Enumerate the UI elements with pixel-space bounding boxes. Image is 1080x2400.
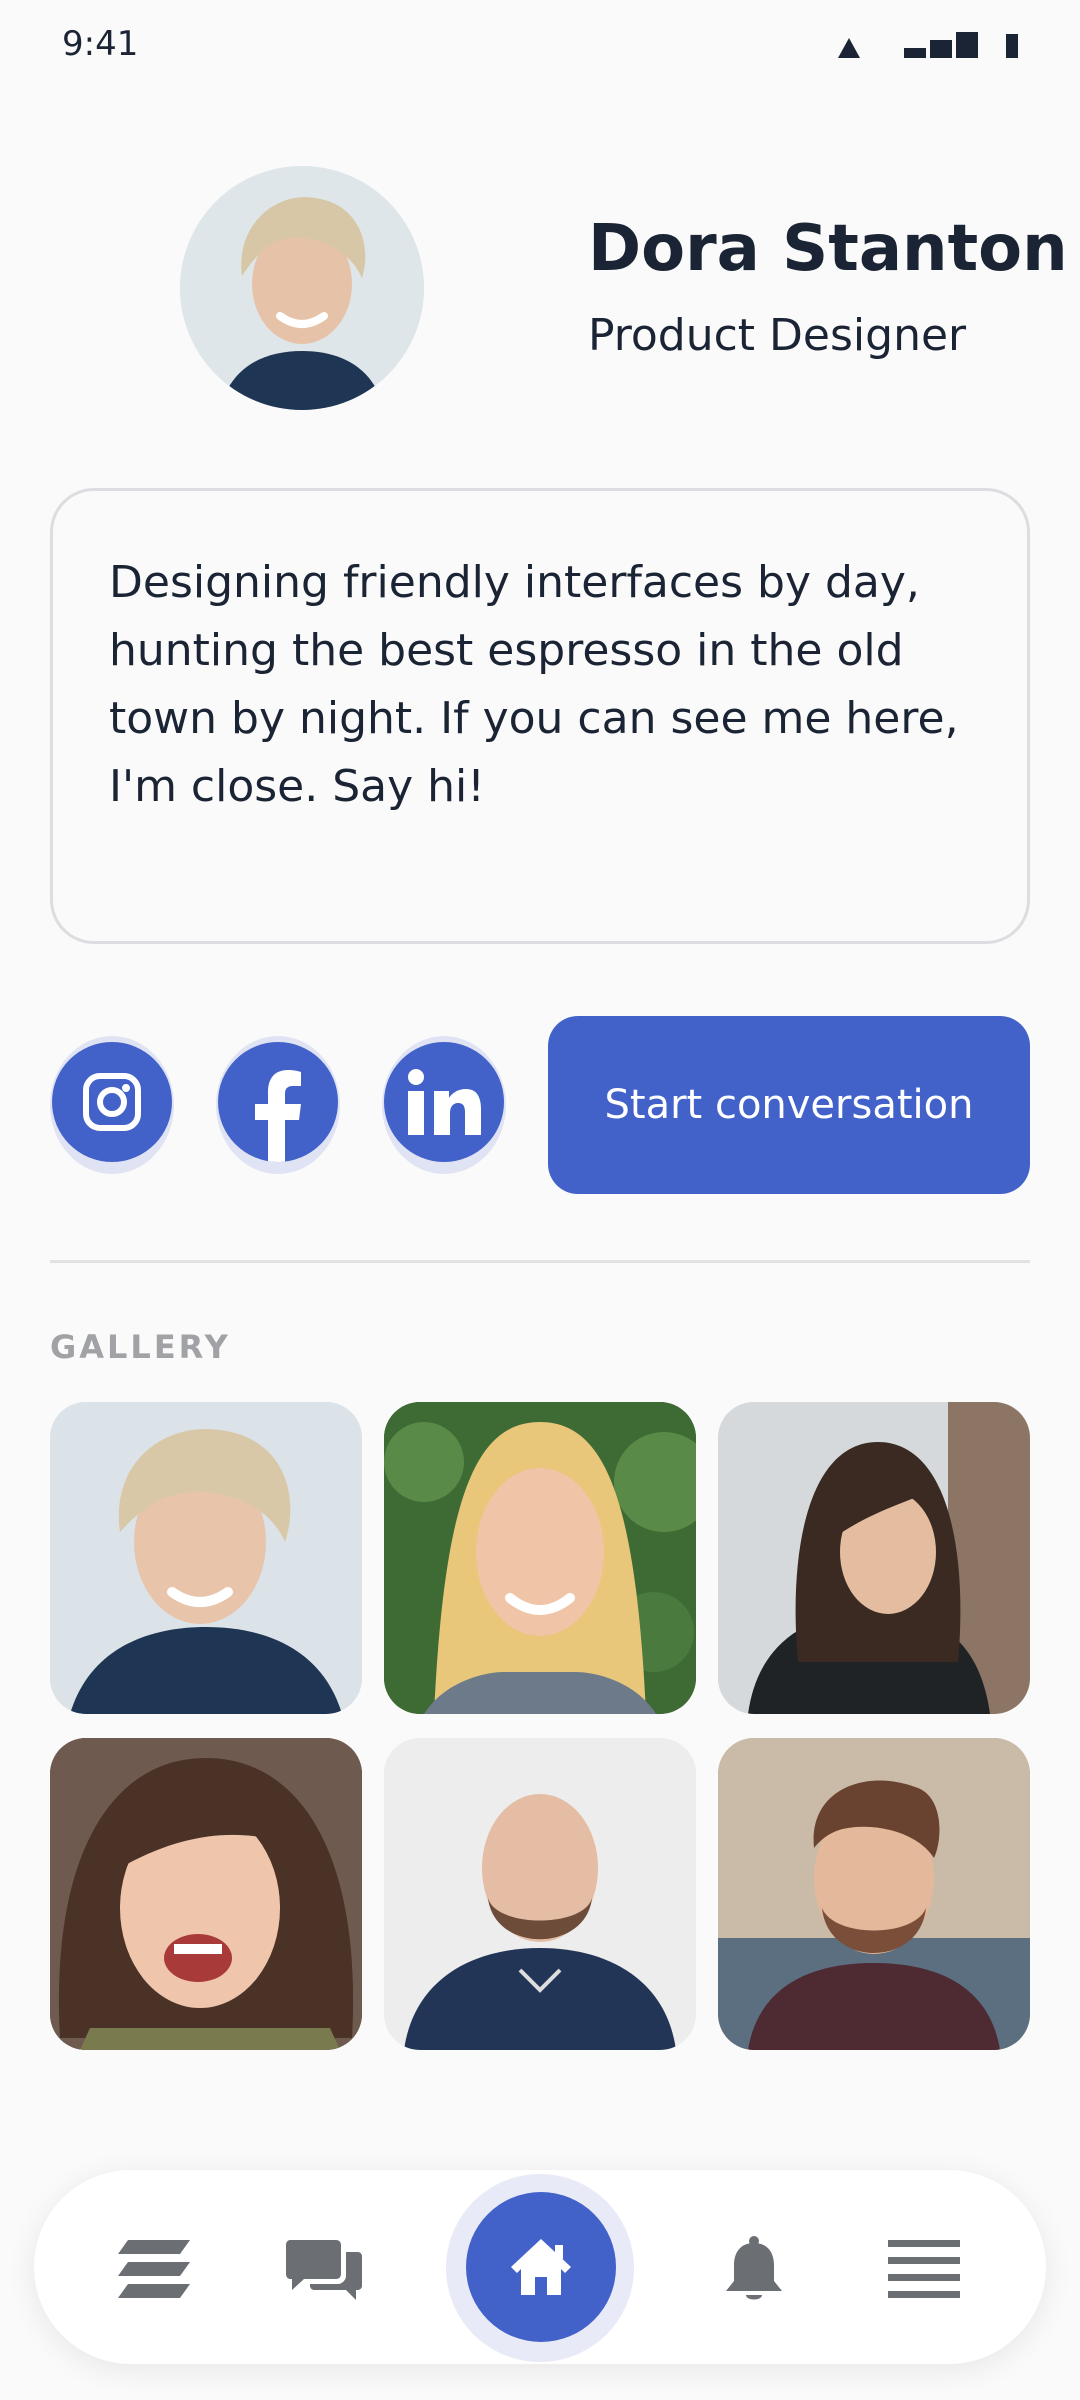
status-time: 9:41 <box>62 24 139 64</box>
battery-icon <box>1006 34 1018 58</box>
linkedin-button[interactable] <box>382 1036 506 1174</box>
gallery-photo[interactable] <box>50 1738 362 2050</box>
chat-icon[interactable] <box>274 2220 374 2320</box>
profile-role: Product Designer <box>588 310 967 361</box>
status-icons <box>838 32 1018 58</box>
bio-card: Designing friendly interfaces by day, hu… <box>50 488 1030 944</box>
bell-icon[interactable] <box>704 2220 804 2320</box>
profile-name: Dora Stanton <box>588 212 1068 286</box>
gallery-photo[interactable] <box>718 1402 1030 1714</box>
facebook-icon <box>218 1042 338 1162</box>
start-conversation-button[interactable]: Start conversation <box>548 1016 1030 1194</box>
instagram-button[interactable] <box>50 1036 174 1174</box>
instagram-icon <box>52 1042 172 1162</box>
divider <box>50 1260 1030 1263</box>
wifi-icon <box>838 38 860 58</box>
gallery-photo[interactable] <box>384 1738 696 2050</box>
gallery-photo[interactable] <box>384 1402 696 1714</box>
bio-text: Designing friendly interfaces by day, hu… <box>109 557 959 812</box>
gallery-photo[interactable] <box>718 1738 1030 2050</box>
home-icon[interactable] <box>466 2192 616 2342</box>
feed-icon[interactable] <box>104 2220 204 2320</box>
linkedin-icon <box>384 1042 504 1162</box>
menu-icon[interactable] <box>874 2220 974 2320</box>
facebook-button[interactable] <box>216 1036 340 1174</box>
signal-icon <box>904 32 978 58</box>
gallery-label: GALLERY <box>50 1328 231 1366</box>
status-bar: 9:41 <box>0 0 1080 90</box>
avatar <box>180 166 424 410</box>
gallery-photo[interactable] <box>50 1402 362 1714</box>
